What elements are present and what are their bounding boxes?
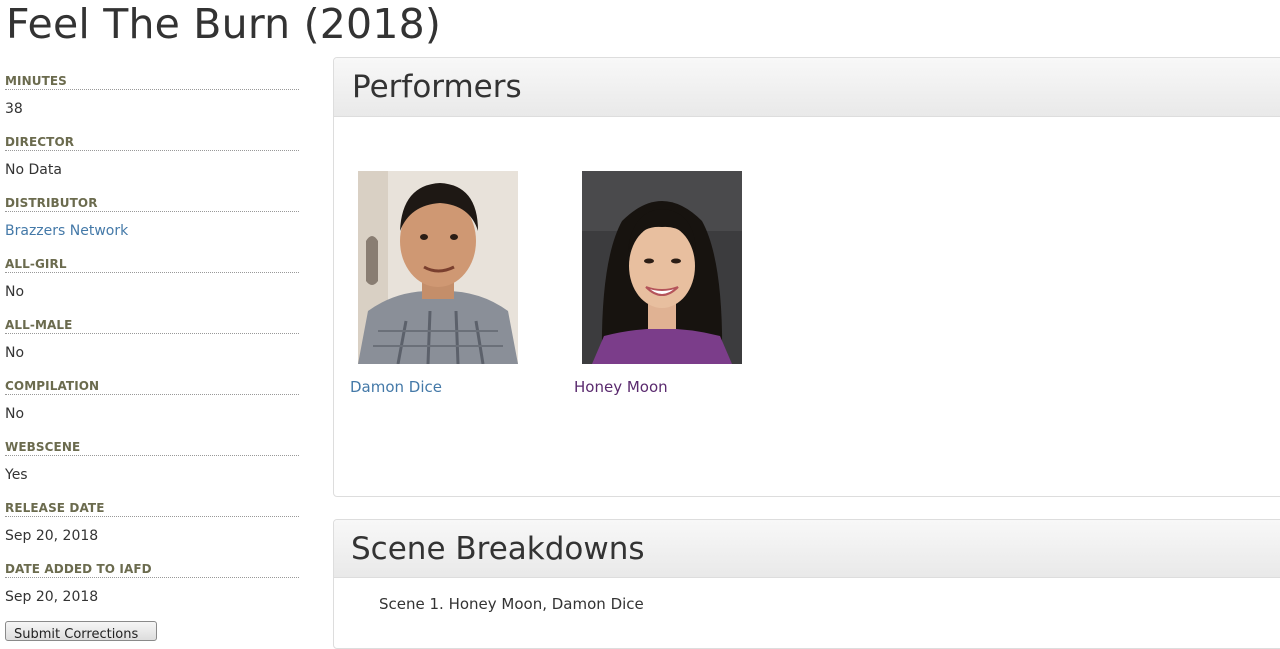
- performer-headshot-image[interactable]: [582, 171, 742, 364]
- info-value-minutes: 38: [5, 101, 23, 117]
- info-label-distributor: DISTRIBUTOR: [5, 192, 299, 212]
- performer-name-link[interactable]: Damon Dice: [350, 378, 550, 396]
- scene-breakdowns-panel-heading: Scene Breakdowns: [334, 520, 1280, 578]
- info-label-all-girl: ALL-GIRL: [5, 253, 299, 273]
- scene-breakdowns-panel: Scene Breakdowns Scene 1. Honey Moon, Da…: [333, 519, 1280, 649]
- performer-card[interactable]: Damon Dice: [350, 171, 550, 396]
- info-value-all-male: No: [5, 345, 25, 361]
- scene-breakdowns-heading: Scene Breakdowns: [351, 531, 645, 567]
- info-label-minutes: MINUTES: [5, 70, 299, 90]
- info-label-all-male: ALL-MALE: [5, 314, 299, 334]
- info-value-webscene: Yes: [5, 467, 28, 483]
- info-label-compilation: COMPILATION: [5, 375, 299, 395]
- movie-info-list: MINUTES 38 DIRECTOR No Data DISTRIBUTOR …: [5, 70, 299, 645]
- page-title: Feel The Burn (2018): [6, 0, 442, 48]
- performer-card[interactable]: Honey Moon: [574, 171, 774, 396]
- performers-heading: Performers: [352, 69, 522, 105]
- info-value-director: No Data: [5, 162, 62, 178]
- performers-panel: Performers Damon Dice Honey Moon: [333, 57, 1280, 497]
- performers-panel-heading: Performers: [334, 58, 1280, 117]
- info-label-webscene: WEBSCENE: [5, 436, 299, 456]
- info-label-date-added: DATE ADDED TO IAFD: [5, 558, 299, 578]
- performer-headshot-image[interactable]: [358, 171, 518, 364]
- distributor-link[interactable]: Brazzers Network: [5, 212, 299, 253]
- submit-corrections-button[interactable]: Submit Corrections: [5, 621, 157, 641]
- scene-breakdown-item: Scene 1. Honey Moon, Damon Dice: [379, 595, 644, 613]
- info-value-date-added: Sep 20, 2018: [5, 589, 99, 605]
- info-label-director: DIRECTOR: [5, 131, 299, 151]
- info-value-compilation: No: [5, 406, 25, 422]
- info-value-release-date: Sep 20, 2018: [5, 528, 99, 544]
- performer-name-link[interactable]: Honey Moon: [574, 378, 774, 396]
- info-value-all-girl: No: [5, 284, 25, 300]
- info-label-release-date: RELEASE DATE: [5, 497, 299, 517]
